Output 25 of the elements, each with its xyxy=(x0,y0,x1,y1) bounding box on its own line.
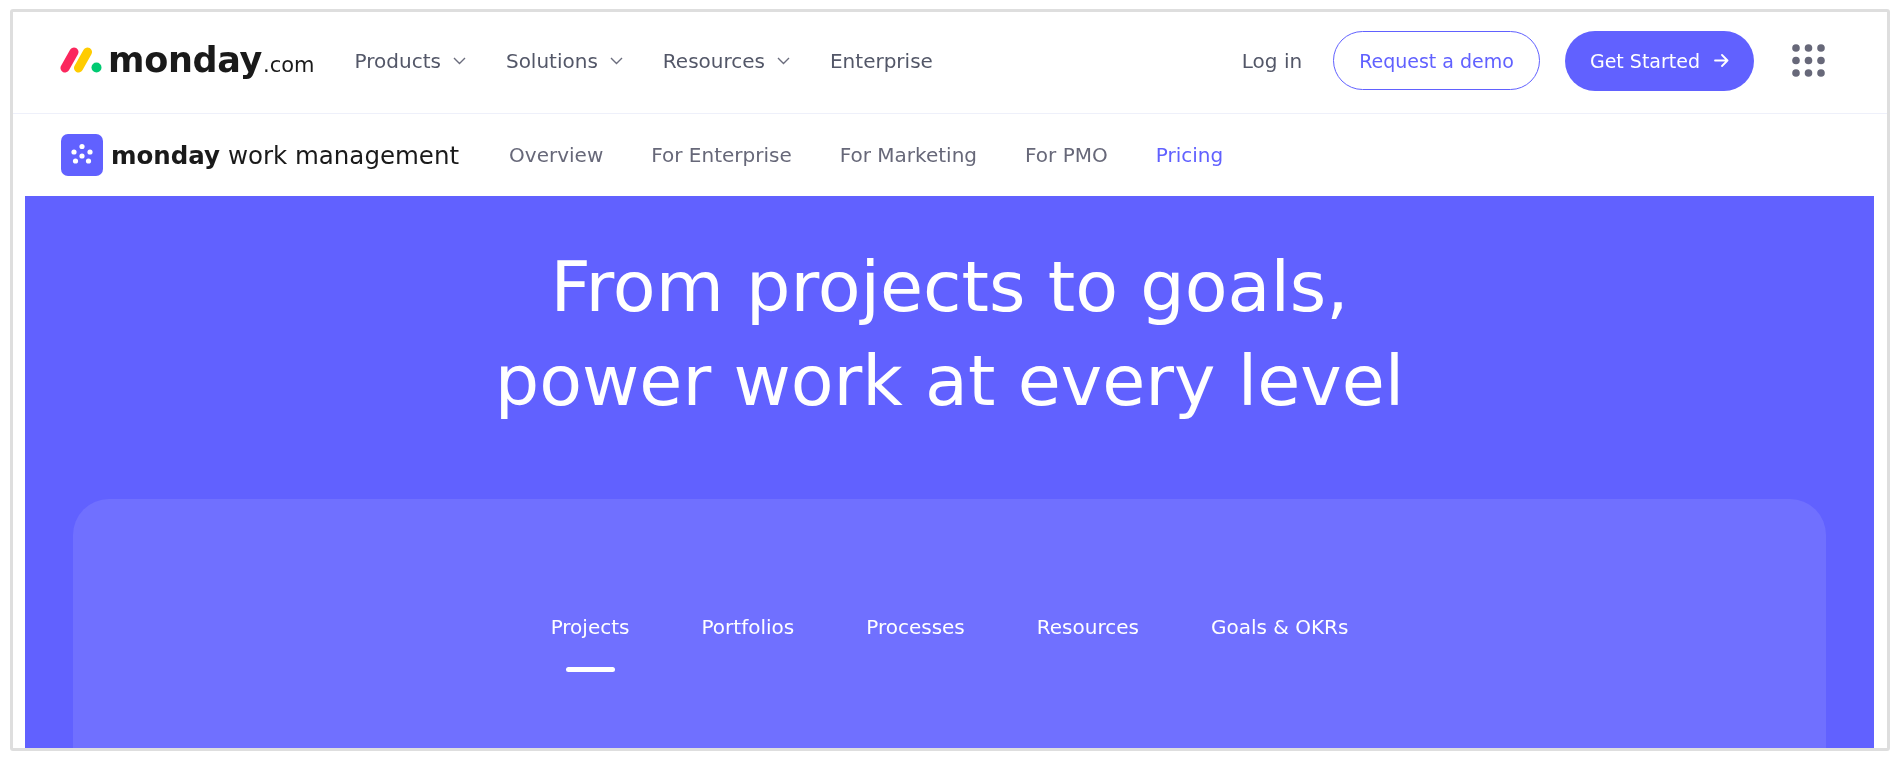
tab-underline xyxy=(565,667,615,672)
subnav-link[interactable]: For PMO xyxy=(1025,143,1108,167)
subnav-link[interactable]: Overview xyxy=(509,143,604,167)
logo-wordmark[interactable]: monday.com xyxy=(108,43,315,78)
apps-grid-icon[interactable] xyxy=(1792,44,1825,77)
get-started-button[interactable]: Get Started xyxy=(1564,30,1754,91)
tab[interactable]: Processes xyxy=(866,613,965,641)
tab[interactable]: Projects xyxy=(550,613,630,672)
subnav-link[interactable]: For Marketing xyxy=(839,143,978,167)
hero-heading: From projects to goals, power work at every level xyxy=(493,245,1406,424)
request-demo-button[interactable]: Request a demo xyxy=(1333,31,1540,90)
product-logo-text[interactable]: monday work management xyxy=(111,140,460,170)
arrow-right-icon xyxy=(1714,54,1729,67)
tab[interactable]: Resources xyxy=(1036,613,1139,641)
product-logo-icon[interactable] xyxy=(61,134,103,176)
subnav-link[interactable]: Pricing xyxy=(1155,143,1224,167)
subnav-link[interactable]: For Enterprise xyxy=(651,143,792,167)
logo-mark-icon xyxy=(60,47,102,73)
tab[interactable]: Portfolios xyxy=(701,613,795,641)
tab[interactable]: Goals & OKRs xyxy=(1210,613,1349,641)
nav-link[interactable]: Enterprise xyxy=(830,48,933,73)
login-link[interactable]: Log in xyxy=(1241,48,1303,73)
nav-link[interactable]: Solutions xyxy=(505,48,623,73)
nav-link[interactable]: Resources xyxy=(662,48,790,73)
nav-link[interactable]: Products xyxy=(354,48,466,73)
